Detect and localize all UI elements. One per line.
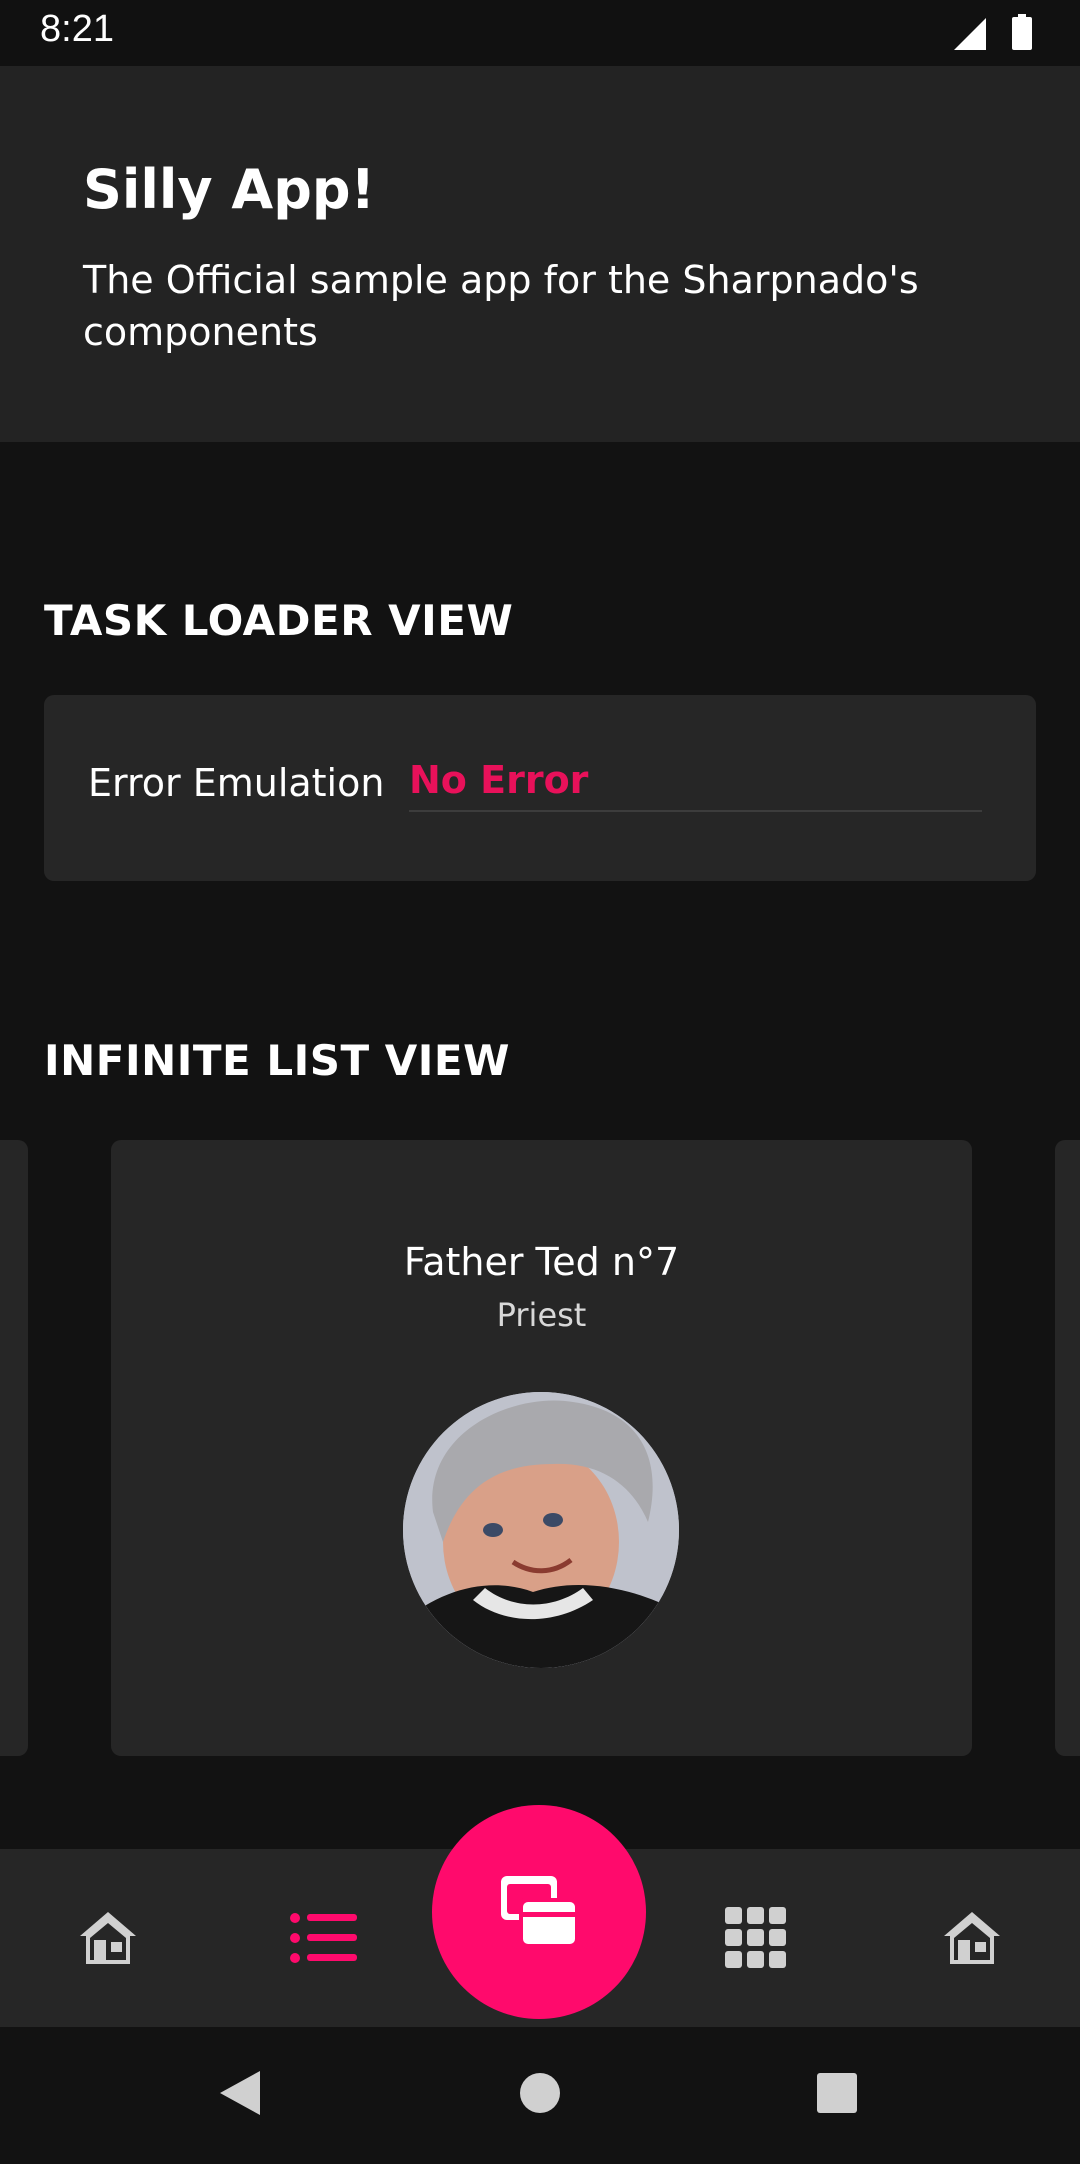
app-header: Silly App! The Official sample app for t… <box>0 66 1080 442</box>
list-icon <box>290 1913 357 1963</box>
home-nav-icon[interactable] <box>520 2073 560 2113</box>
home-icon <box>944 1912 1000 1964</box>
battery-icon <box>1012 14 1032 50</box>
app-subtitle: The Official sample app for the Sharpnad… <box>83 258 919 354</box>
list-item-card[interactable]: Father Ted n°7 Priest <box>111 1140 972 1756</box>
signal-icon <box>954 18 986 50</box>
status-icons <box>950 14 1040 52</box>
tab-home-secondary[interactable] <box>864 1849 1080 2027</box>
error-emulation-value: No Error <box>409 758 589 802</box>
status-time: 8:21 <box>40 8 114 50</box>
infinite-list-section-title: INFINITE LIST VIEW <box>44 1036 510 1085</box>
system-navigation-bar <box>0 2027 1080 2160</box>
tab-list[interactable] <box>216 1849 432 2027</box>
card-name: Father Ted n°7 <box>403 1240 680 1284</box>
previous-card[interactable] <box>0 1140 28 1756</box>
avatar <box>403 1392 679 1668</box>
home-icon <box>80 1912 136 1964</box>
back-icon[interactable] <box>220 2071 260 2115</box>
error-emulation-label: Error Emulation <box>88 761 385 805</box>
recents-icon[interactable] <box>817 2073 857 2113</box>
infinite-list-carousel[interactable]: Father Ted n°7 Priest <box>0 1140 1080 1756</box>
status-bar: 8:21 <box>0 0 1080 66</box>
error-emulation-picker[interactable]: No Error <box>409 750 982 812</box>
app-title: Silly App! <box>83 158 376 221</box>
tab-home[interactable] <box>0 1849 216 2027</box>
grid-icon <box>725 1907 786 1968</box>
cards-icon <box>501 1876 577 1946</box>
card-role: Priest <box>496 1296 587 1334</box>
tab-grid[interactable] <box>648 1849 864 2027</box>
next-card[interactable] <box>1055 1140 1080 1756</box>
task-loader-section-title: TASK LOADER VIEW <box>44 596 514 645</box>
tab-cards-fab[interactable] <box>432 1805 646 2019</box>
error-emulation-card: Error Emulation No Error <box>44 695 1036 881</box>
